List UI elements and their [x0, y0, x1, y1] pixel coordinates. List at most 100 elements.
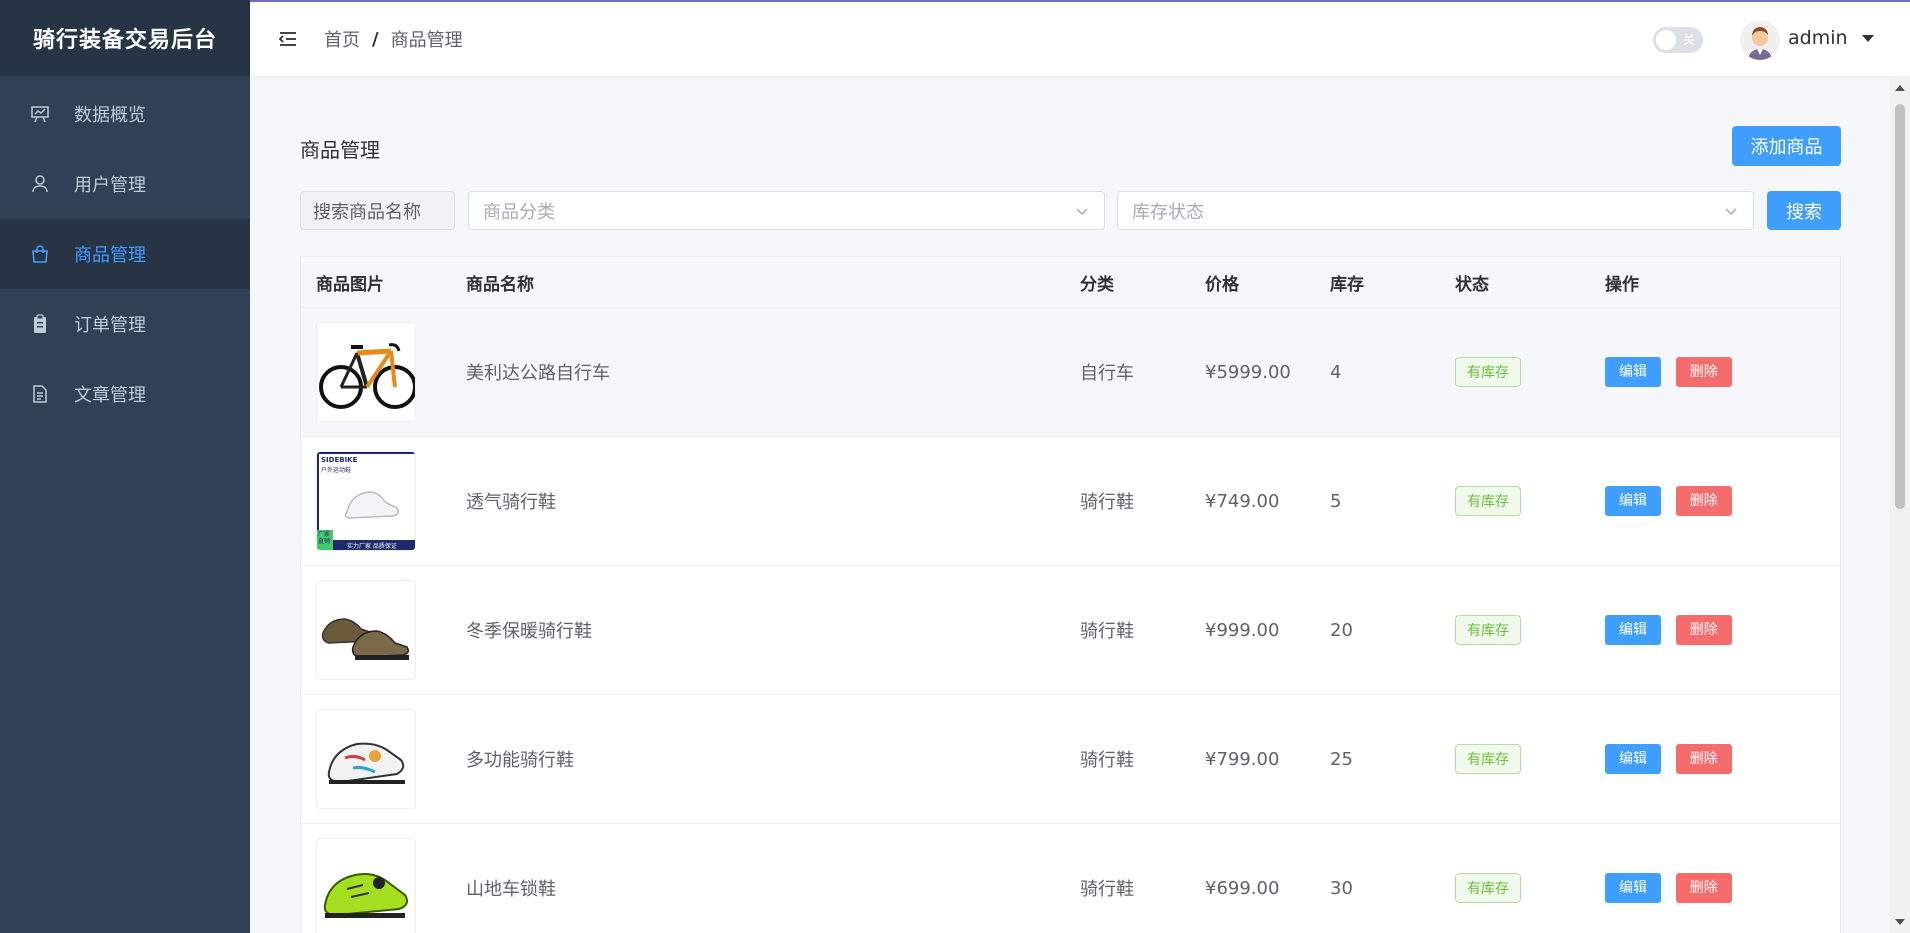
- scroll-up-arrow-icon[interactable]: [1895, 85, 1905, 91]
- status-badge: 有库存: [1455, 744, 1521, 774]
- product-name: 美利达公路自行车: [466, 363, 610, 384]
- delete-button[interactable]: 删除: [1675, 357, 1732, 387]
- product-category: 骑行鞋: [1080, 750, 1134, 771]
- chevron-down-icon: [1076, 208, 1088, 216]
- product-name: 透气骑行鞋: [466, 492, 556, 513]
- user-icon: [30, 173, 50, 195]
- avatar[interactable]: [1740, 20, 1780, 60]
- product-image-white-shoe[interactable]: SIDEBIKE 户外运动鞋 厂家直销 实力厂家 品质保证: [316, 451, 416, 551]
- dashboard-chart-icon: [30, 103, 50, 125]
- row-actions: 编辑 删除: [1605, 744, 1741, 774]
- chevron-down-icon: [1725, 208, 1737, 216]
- sidebar-item-label: 商品管理: [74, 245, 146, 266]
- image-corner-text: 厂家直销: [318, 531, 331, 545]
- sidebar-item-dashboard[interactable]: 数据概览: [0, 79, 250, 149]
- category-select-placeholder: 商品分类: [483, 201, 555, 223]
- search-name-input[interactable]: 搜索商品名称: [300, 191, 455, 230]
- sidebar-item-label: 数据概览: [74, 105, 146, 126]
- product-image-brown-shoes[interactable]: [316, 580, 416, 680]
- edit-button[interactable]: 编辑: [1605, 357, 1661, 387]
- edit-button[interactable]: 编辑: [1605, 873, 1661, 903]
- breadcrumb-home[interactable]: 首页: [324, 26, 360, 52]
- sidebar-item-label: 文章管理: [74, 385, 146, 406]
- product-category: 骑行鞋: [1080, 879, 1134, 900]
- search-button[interactable]: 搜索: [1767, 191, 1841, 230]
- toggle-label: 关: [1682, 33, 1695, 47]
- main-content: 商品管理 添加商品 搜索商品名称 商品分类 库存状态 搜索 商品图片 商品名称 …: [250, 76, 1890, 933]
- document-icon: [30, 383, 50, 405]
- product-stock: 4: [1330, 361, 1342, 383]
- product-stock: 20: [1330, 619, 1353, 641]
- status-badge: 有库存: [1455, 873, 1521, 903]
- stock-select-placeholder: 库存状态: [1132, 201, 1204, 223]
- product-price: ¥699.00: [1205, 877, 1280, 899]
- product-price: ¥749.00: [1205, 490, 1280, 512]
- product-image-colorful-shoe[interactable]: [316, 709, 416, 809]
- theme-toggle[interactable]: 关: [1653, 27, 1703, 53]
- product-name: 冬季保暖骑行鞋: [466, 621, 592, 642]
- category-select[interactable]: 商品分类: [468, 191, 1105, 230]
- delete-button[interactable]: 删除: [1675, 873, 1732, 903]
- delete-button[interactable]: 删除: [1675, 615, 1732, 645]
- menu-fold-icon[interactable]: [278, 29, 298, 49]
- column-header-category: 分类: [1080, 274, 1114, 295]
- delete-button[interactable]: 删除: [1675, 486, 1732, 516]
- product-stock: 5: [1330, 490, 1342, 512]
- status-badge: 有库存: [1455, 357, 1521, 387]
- product-table: 商品图片 商品名称 分类 价格 库存 状态 操作 美利达公路自行车 自行车 ¥5…: [300, 256, 1841, 933]
- column-header-image: 商品图片: [316, 274, 384, 295]
- sidebar-item-label: 订单管理: [74, 315, 146, 336]
- row-actions: 编辑 删除: [1605, 486, 1741, 516]
- add-product-button[interactable]: 添加商品: [1732, 126, 1841, 166]
- sidebar-item-orders[interactable]: 订单管理: [0, 289, 250, 359]
- row-actions: 编辑 删除: [1605, 615, 1741, 645]
- app-title: 骑行装备交易后台: [0, 0, 250, 76]
- edit-button[interactable]: 编辑: [1605, 486, 1661, 516]
- product-price: ¥5999.00: [1205, 361, 1291, 383]
- breadcrumb-current: 商品管理: [390, 30, 463, 51]
- clipboard-icon: [30, 313, 50, 335]
- row-actions: 编辑 删除: [1605, 873, 1741, 903]
- breadcrumb-separator: /: [372, 28, 379, 50]
- product-category: 骑行鞋: [1080, 492, 1134, 513]
- image-caption-text: 户外运动鞋: [321, 467, 352, 474]
- page-title: 商品管理: [300, 138, 380, 162]
- product-price: ¥799.00: [1205, 748, 1280, 770]
- product-category: 骑行鞋: [1080, 621, 1134, 642]
- sidebar-item-products[interactable]: 商品管理: [0, 219, 250, 289]
- stock-status-select[interactable]: 库存状态: [1117, 191, 1754, 230]
- image-footer-text: 实力厂家 品质保证: [347, 543, 397, 550]
- column-header-price: 价格: [1205, 274, 1239, 295]
- topbar: 首页 / 商品管理 关 admin: [250, 0, 1910, 76]
- shopping-bag-icon: [30, 243, 50, 265]
- product-image-road-bike[interactable]: [316, 322, 416, 422]
- table-header: 商品图片 商品名称 分类 价格 库存 状态 操作: [301, 257, 1840, 308]
- table-row: 美利达公路自行车 自行车 ¥5999.00 4 有库存 编辑 删除: [301, 308, 1840, 437]
- delete-button[interactable]: 删除: [1675, 744, 1732, 774]
- sidebar-item-users[interactable]: 用户管理: [0, 149, 250, 219]
- caret-down-icon[interactable]: [1862, 35, 1874, 42]
- row-actions: 编辑 删除: [1605, 357, 1741, 387]
- username[interactable]: admin: [1788, 27, 1848, 49]
- image-brand-text: SIDEBIKE: [321, 456, 358, 464]
- breadcrumb: 首页 / 商品管理: [324, 26, 463, 52]
- table-row: 山地车锁鞋 骑行鞋 ¥699.00 30 有库存 编辑 删除: [301, 824, 1840, 933]
- edit-button[interactable]: 编辑: [1605, 744, 1661, 774]
- product-stock: 30: [1330, 877, 1353, 899]
- product-stock: 25: [1330, 748, 1353, 770]
- scroll-down-arrow-icon[interactable]: [1895, 919, 1905, 925]
- product-image-green-shoe[interactable]: [316, 838, 416, 933]
- status-badge: 有库存: [1455, 486, 1521, 516]
- product-name: 多功能骑行鞋: [466, 750, 574, 771]
- table-row: 多功能骑行鞋 骑行鞋 ¥799.00 25 有库存 编辑 删除: [301, 695, 1840, 824]
- edit-button[interactable]: 编辑: [1605, 615, 1661, 645]
- table-row: SIDEBIKE 户外运动鞋 厂家直销 实力厂家 品质保证 透气骑行鞋 骑行鞋 …: [301, 437, 1840, 566]
- page-scrollbar[interactable]: [1890, 76, 1910, 933]
- scrollbar-thumb[interactable]: [1895, 104, 1905, 509]
- sidebar-item-articles[interactable]: 文章管理: [0, 359, 250, 429]
- product-name: 山地车锁鞋: [466, 879, 556, 900]
- column-header-status: 状态: [1455, 274, 1489, 295]
- sidebar-item-label: 用户管理: [74, 175, 146, 196]
- toggle-knob: [1656, 30, 1676, 50]
- table-row: 冬季保暖骑行鞋 骑行鞋 ¥999.00 20 有库存 编辑 删除: [301, 566, 1840, 695]
